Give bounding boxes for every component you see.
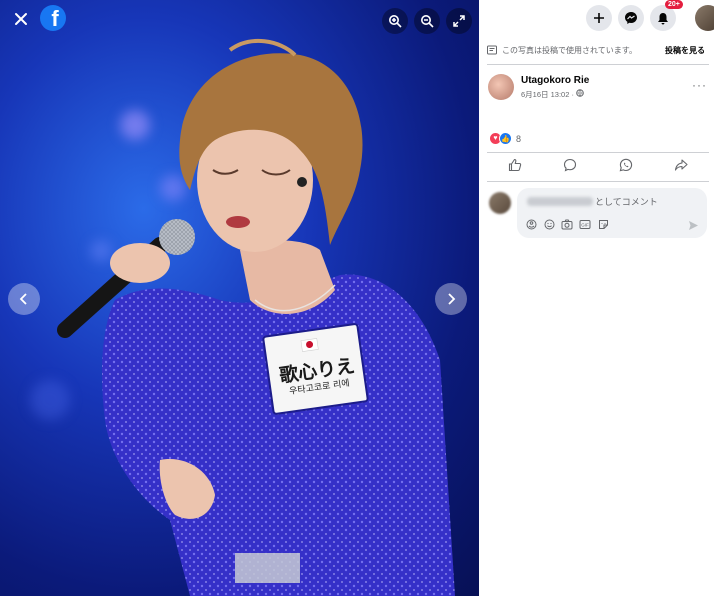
sticker-button[interactable] [597, 218, 609, 230]
like-icon [508, 158, 521, 171]
post-icon [487, 45, 497, 55]
send-comment-button[interactable] [688, 218, 699, 236]
whatsapp-icon [619, 158, 632, 171]
next-photo-button[interactable] [435, 283, 467, 315]
zoom-in-icon [389, 15, 402, 28]
emoji-button[interactable] [543, 218, 555, 230]
zoom-out-icon [421, 15, 434, 28]
account-avatar[interactable] [695, 5, 714, 31]
gif-icon: GIF [579, 219, 591, 229]
gif-button[interactable]: GIF [579, 218, 591, 230]
singer-photo [57, 38, 456, 596]
commenter-avatar [489, 192, 511, 214]
avatar-sticker-button[interactable] [525, 218, 537, 230]
close-icon [15, 13, 27, 25]
like-reaction-icon: 👍 [499, 132, 512, 145]
share-icon [675, 158, 688, 171]
facebook-logo-icon[interactable]: f [40, 5, 66, 31]
fullscreen-button[interactable] [446, 8, 472, 34]
plus-icon [594, 13, 604, 23]
messenger-icon [625, 12, 637, 24]
post-header: Utagokoro Rie 6月16日 13:02 · ··· [487, 72, 709, 102]
camera-icon [561, 219, 573, 229]
author-name[interactable]: Utagokoro Rie [521, 75, 589, 86]
avatar-sticker-icon [526, 219, 536, 229]
whatsapp-share-button[interactable] [619, 158, 633, 177]
sticker-icon [598, 219, 608, 229]
create-button[interactable] [586, 5, 612, 31]
close-button[interactable] [8, 6, 34, 32]
reaction-count: 8 [516, 133, 522, 144]
chevron-left-icon [19, 293, 27, 305]
post-sidebar: この写真は投稿で使用されています。 投稿を見る Utagokoro Rie 6月… [479, 0, 714, 596]
comment-input[interactable]: としてコメント GIF [517, 188, 707, 238]
see-post-link[interactable]: 投稿を見る [665, 45, 705, 56]
fullscreen-icon [453, 15, 465, 27]
globe-icon [576, 89, 584, 97]
comment-placeholder: としてコメント [527, 195, 658, 208]
photo-in-post-notice: この写真は投稿で使用されています。 投稿を見る [487, 42, 709, 58]
post-actions [487, 156, 709, 178]
messenger-button[interactable] [618, 5, 644, 31]
divider [487, 152, 709, 153]
svg-text:GIF: GIF [581, 222, 589, 227]
divider [487, 181, 709, 182]
photo-viewer: 歌心りえ 우타고코로 리에 f [0, 0, 479, 596]
comment-button[interactable] [563, 158, 577, 177]
comment-placeholder-text: としてコメント [595, 197, 658, 207]
divider [487, 64, 709, 65]
reaction-summary[interactable]: ♥ 👍 8 [489, 132, 521, 145]
zoom-out-button[interactable] [414, 8, 440, 34]
share-button[interactable] [674, 158, 688, 177]
comment-tools: GIF [525, 218, 609, 230]
zoom-in-button[interactable] [382, 8, 408, 34]
comment-icon [564, 158, 577, 171]
blurred-username [527, 197, 593, 206]
notice-text: この写真は投稿で使用されています。 [502, 45, 637, 55]
chevron-right-icon [448, 293, 456, 305]
notification-badge: 20+ [665, 0, 683, 9]
post-meta: 6月16日 13:02 · [521, 89, 584, 100]
camera-button[interactable] [561, 218, 573, 230]
bell-icon [658, 12, 668, 24]
comment-composer: としてコメント GIF [487, 188, 709, 240]
send-icon [689, 221, 698, 230]
previous-photo-button[interactable] [8, 283, 40, 315]
more-options-button[interactable]: ··· [692, 78, 707, 92]
emoji-icon [544, 219, 554, 229]
author-avatar[interactable] [488, 74, 514, 100]
post-date[interactable]: 6月16日 13:02 [521, 90, 569, 99]
like-button[interactable] [508, 158, 522, 177]
